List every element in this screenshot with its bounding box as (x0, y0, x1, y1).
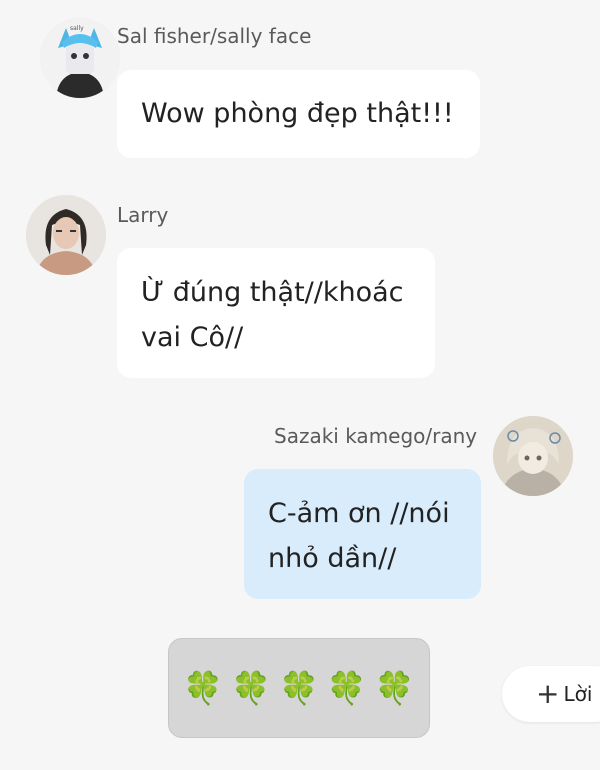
four-leaf-clover-icon: 🍀 (326, 669, 367, 707)
avatar-larry[interactable] (26, 195, 106, 275)
message-text-line: nhỏ dần// (268, 543, 397, 574)
reply-button-label: Lời (563, 682, 593, 706)
plus-icon: + (536, 677, 560, 710)
message-text-line: vai Cô// (141, 322, 244, 353)
message-text: Wow phòng đẹp thật!!! (141, 98, 454, 129)
larry-avatar-image (26, 195, 106, 275)
author-name[interactable]: Larry (117, 203, 168, 227)
author-name[interactable]: Sazaki kamego/rany (274, 424, 477, 448)
four-leaf-clover-icon: 🍀 (183, 669, 224, 707)
message-bubble[interactable]: Ừ đúng thật//khoác vai Cô// (117, 248, 435, 378)
sazaki-avatar-image (493, 416, 573, 496)
message-bubble[interactable]: Wow phòng đẹp thật!!! (117, 70, 480, 158)
message-text-line: C-ảm ơn //nói (268, 498, 450, 529)
sal-fisher-avatar-image: sally (40, 18, 120, 98)
sticker-bubble[interactable]: 🍀 🍀 🍀 🍀 🍀 (168, 638, 430, 738)
avatar-sal-fisher[interactable]: sally (40, 18, 120, 98)
author-name[interactable]: Sal fisher/sally face (117, 24, 311, 48)
message-text-line: Ừ đúng thật//khoác (141, 277, 404, 308)
four-leaf-clover-icon: 🍀 (279, 669, 319, 707)
avatar-sazaki[interactable] (493, 416, 573, 496)
message-bubble-outgoing[interactable]: C-ảm ơn //nói nhỏ dần// (244, 469, 481, 599)
svg-text:sally: sally (70, 25, 84, 32)
four-leaf-clover-icon: 🍀 (374, 669, 415, 707)
reply-button[interactable]: + Lời (502, 666, 600, 722)
four-leaf-clover-icon: 🍀 (231, 669, 272, 707)
